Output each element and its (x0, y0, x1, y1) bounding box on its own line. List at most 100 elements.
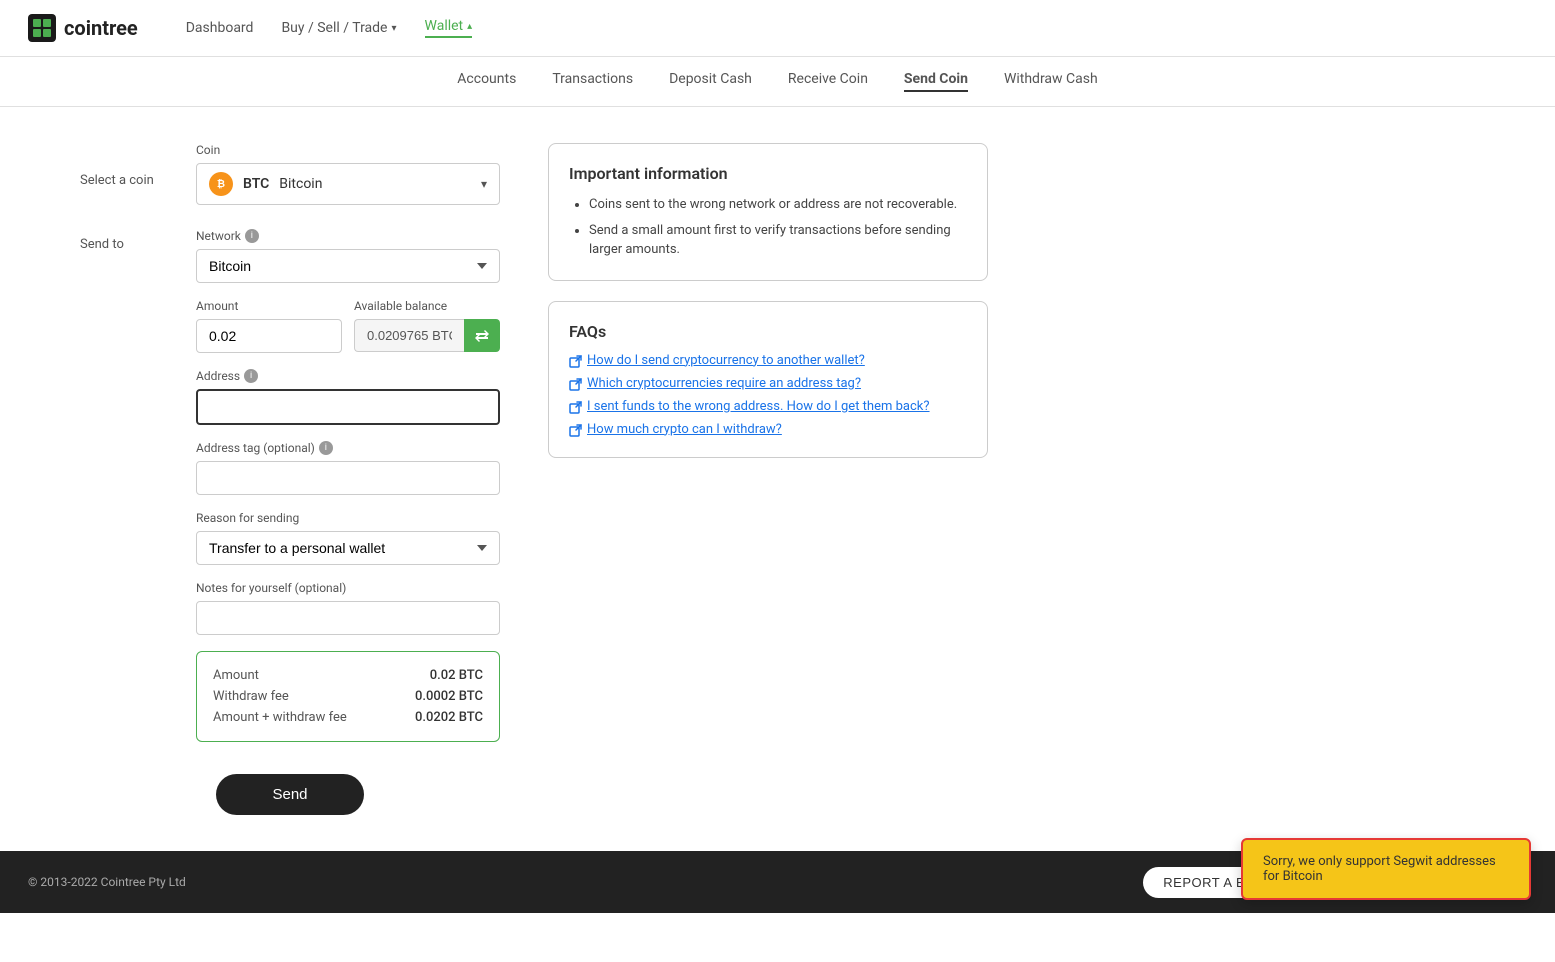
important-list: Coins sent to the wrong network or addre… (569, 195, 967, 260)
network-field: Network i Bitcoin (196, 229, 500, 283)
network-label-row: Network i (196, 229, 500, 243)
coin-field-label: Coin (196, 143, 500, 157)
address-tag-label: Address tag (optional) (196, 441, 315, 455)
summary-total-value: 0.0202 BTC (415, 710, 483, 725)
coin-fields: Coin ₿ BTC Bitcoin ▾ (196, 143, 500, 205)
amount-field: Amount (196, 299, 342, 353)
summary-total-label: Amount + withdraw fee (213, 710, 347, 725)
coin-select-inner: ₿ BTC Bitcoin (209, 172, 322, 196)
coin-select-chevron-icon: ▾ (481, 177, 487, 191)
summary-amount-label: Amount (213, 668, 259, 683)
send-button[interactable]: Send (216, 774, 363, 815)
faq-link-1[interactable]: How do I send cryptocurrency to another … (569, 353, 967, 368)
subnav-accounts[interactable]: Accounts (457, 71, 516, 92)
amount-row: Amount Available balance (196, 299, 500, 353)
faq-box: FAQs How do I send cryptocurrency to ano… (548, 301, 988, 458)
send-to-label: Send to (80, 229, 176, 635)
amount-input[interactable] (196, 319, 342, 353)
notes-input[interactable] (196, 601, 500, 635)
wallet-chevron-icon: ▴ (467, 21, 472, 32)
nav-wallet-label: Wallet (425, 18, 464, 34)
swap-button[interactable] (464, 319, 500, 352)
balance-wrapper (354, 319, 500, 352)
header: cointree Dashboard Buy / Sell / Trade ▾ … (0, 0, 1555, 57)
external-link-icon-4 (569, 424, 582, 437)
address-input[interactable] (196, 389, 500, 425)
important-title: Important information (569, 164, 967, 183)
coin-section: Select a coin Coin ₿ BTC Bitcoin ▾ (80, 143, 500, 205)
network-label: Network (196, 229, 241, 243)
reason-label: Reason for sending (196, 511, 500, 525)
address-tag-field: Address tag (optional) i (196, 441, 500, 495)
faq-title: FAQs (569, 322, 967, 341)
address-info-icon[interactable]: i (244, 369, 258, 383)
address-tag-input[interactable] (196, 461, 500, 495)
reason-select[interactable]: Transfer to a personal wallet Purchase o… (196, 531, 500, 565)
coin-name: Bitcoin (279, 176, 322, 192)
send-to-section: Send to Network i Bitcoin Amount (80, 229, 500, 635)
balance-display (354, 319, 464, 352)
address-tag-label-row: Address tag (optional) i (196, 441, 500, 455)
important-item-2: Send a small amount first to verify tran… (589, 221, 967, 260)
notes-label: Notes for yourself (optional) (196, 581, 500, 595)
address-field: Address i (196, 369, 500, 425)
coin-select[interactable]: ₿ BTC Bitcoin ▾ (196, 163, 500, 205)
logo-icon (28, 14, 56, 42)
address-tag-info-icon[interactable]: i (319, 441, 333, 455)
network-select[interactable]: Bitcoin (196, 249, 500, 283)
summary-fee-row: Withdraw fee 0.0002 BTC (213, 689, 483, 704)
faq-link-2-text: Which cryptocurrencies require an addres… (587, 376, 861, 391)
info-panel: Important information Coins sent to the … (548, 143, 988, 815)
faq-link-3-text: I sent funds to the wrong address. How d… (587, 399, 930, 414)
faq-link-4[interactable]: How much crypto can I withdraw? (569, 422, 967, 437)
balance-field: Available balance (354, 299, 500, 353)
main-content: Select a coin Coin ₿ BTC Bitcoin ▾ Send … (0, 107, 1555, 851)
toast-notification: Sorry, we only support Segwit addresses … (1241, 838, 1531, 900)
notes-field: Notes for yourself (optional) (196, 581, 500, 635)
send-to-fields: Network i Bitcoin Amount Available balan… (196, 229, 500, 635)
important-box: Important information Coins sent to the … (548, 143, 988, 281)
balance-label: Available balance (354, 299, 500, 313)
subnav-receive-coin[interactable]: Receive Coin (788, 71, 868, 92)
network-info-icon[interactable]: i (245, 229, 259, 243)
faq-link-4-text: How much crypto can I withdraw? (587, 422, 782, 437)
select-coin-label: Select a coin (80, 143, 176, 205)
summary-fee-label: Withdraw fee (213, 689, 289, 704)
nav-buy-sell[interactable]: Buy / Sell / Trade ▾ (281, 20, 396, 36)
nav-buy-sell-label: Buy / Sell / Trade (281, 20, 387, 36)
faq-link-3[interactable]: I sent funds to the wrong address. How d… (569, 399, 967, 414)
brand-name: cointree (64, 16, 138, 40)
coin-symbol: BTC (243, 176, 269, 192)
footer-copyright: © 2013-2022 Cointree Pty Ltd (28, 875, 186, 889)
reason-field: Reason for sending Transfer to a persona… (196, 511, 500, 565)
btc-icon: ₿ (209, 172, 233, 196)
swap-icon (474, 328, 490, 344)
summary-amount-row: Amount 0.02 BTC (213, 668, 483, 683)
address-label: Address (196, 369, 240, 383)
sub-navigation: Accounts Transactions Deposit Cash Recei… (0, 57, 1555, 107)
summary-box: Amount 0.02 BTC Withdraw fee 0.0002 BTC … (196, 651, 500, 742)
external-link-icon-3 (569, 401, 582, 414)
faq-link-2[interactable]: Which cryptocurrencies require an addres… (569, 376, 967, 391)
faq-link-1-text: How do I send cryptocurrency to another … (587, 353, 865, 368)
toast-message: Sorry, we only support Segwit addresses … (1263, 854, 1496, 884)
external-link-icon-1 (569, 355, 582, 368)
subnav-deposit-cash[interactable]: Deposit Cash (669, 71, 752, 92)
summary-amount-value: 0.02 BTC (430, 668, 483, 683)
top-navigation: Dashboard Buy / Sell / Trade ▾ Wallet ▴ (186, 18, 472, 38)
logo[interactable]: cointree (28, 14, 138, 42)
form-panel: Select a coin Coin ₿ BTC Bitcoin ▾ Send … (80, 143, 500, 815)
buy-sell-chevron-icon: ▾ (391, 23, 396, 34)
summary-fee-value: 0.0002 BTC (415, 689, 483, 704)
subnav-send-coin[interactable]: Send Coin (904, 71, 968, 92)
nav-wallet[interactable]: Wallet ▴ (425, 18, 473, 38)
send-button-container: Send (80, 774, 500, 815)
nav-dashboard[interactable]: Dashboard (186, 20, 254, 36)
subnav-withdraw-cash[interactable]: Withdraw Cash (1004, 71, 1098, 92)
subnav-transactions[interactable]: Transactions (552, 71, 633, 92)
summary-total-row: Amount + withdraw fee 0.0202 BTC (213, 710, 483, 725)
address-label-row: Address i (196, 369, 500, 383)
important-item-1: Coins sent to the wrong network or addre… (589, 195, 967, 215)
amount-label: Amount (196, 299, 342, 313)
external-link-icon-2 (569, 378, 582, 391)
